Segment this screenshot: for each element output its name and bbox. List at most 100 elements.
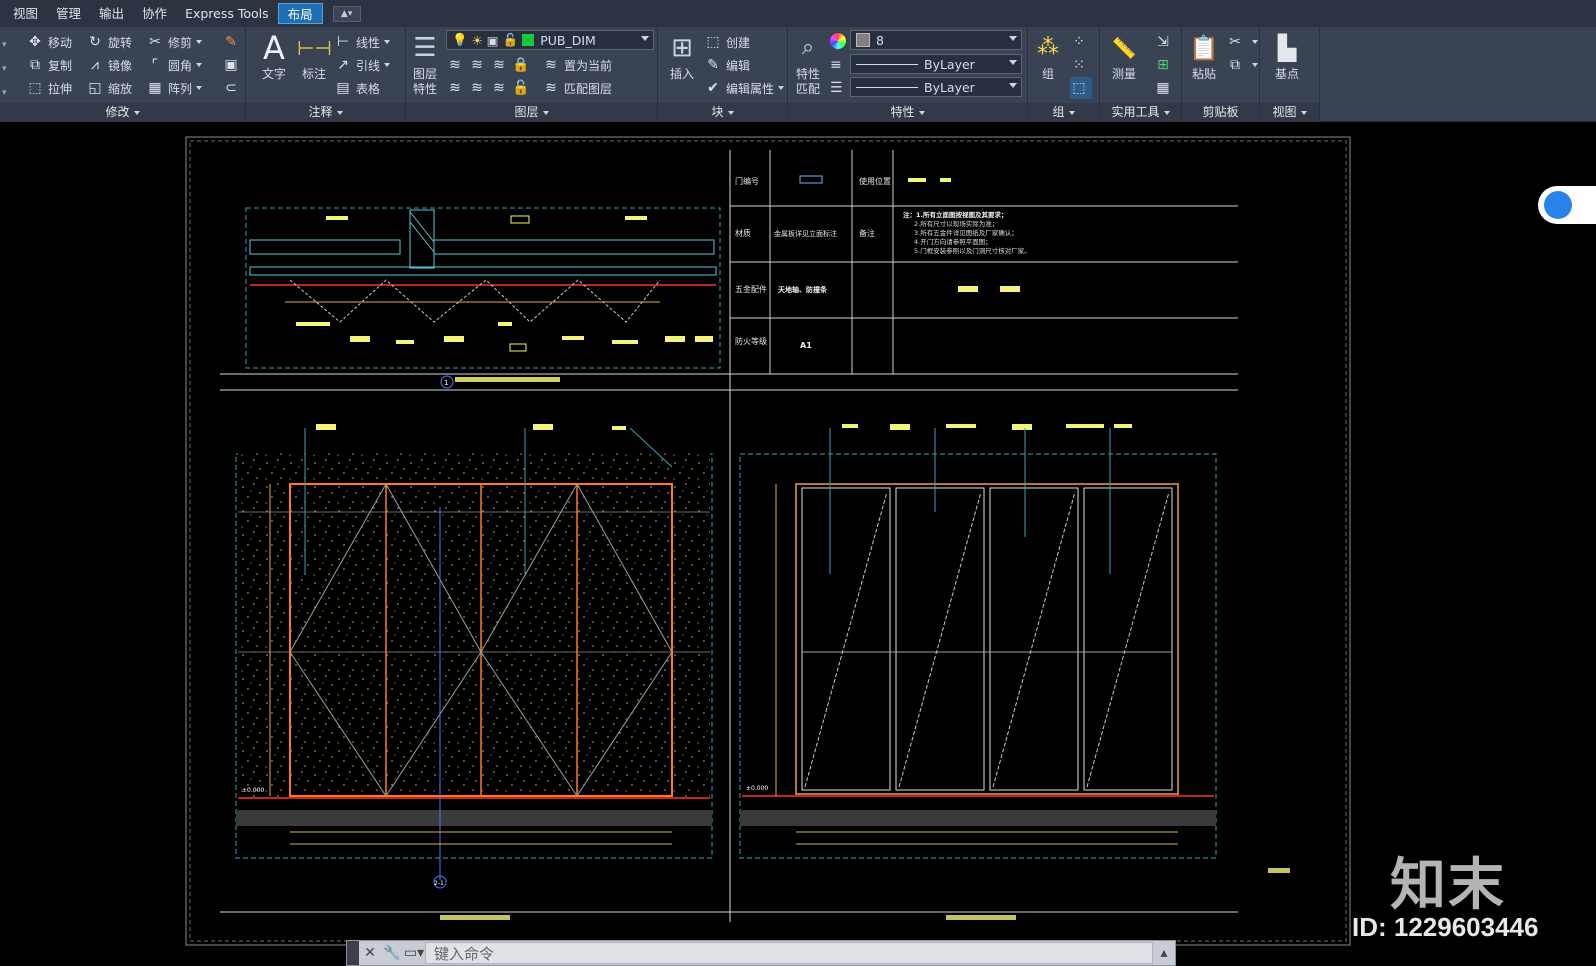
panel-groups: ⁂ 组 ⁘ ⁙ ⬚ 组 <box>1028 27 1100 122</box>
leader-label: 引线 <box>356 58 381 73</box>
edit-block-button[interactable]: ✎ 编辑 <box>704 54 750 76</box>
menu-collaborate[interactable]: 协作 <box>133 3 176 24</box>
color-wheel-icon[interactable] <box>830 33 846 49</box>
rotate-button[interactable]: ↻ 旋转 <box>86 31 132 53</box>
cut-button[interactable]: ✂ <box>1226 31 1258 53</box>
move-button[interactable]: ✥ 移动 <box>26 31 72 53</box>
trim-button[interactable]: ✂ 修剪 <box>146 31 203 53</box>
layer-properties-button[interactable]: ☰ 图层 特性 <box>406 31 444 97</box>
copy-clip-icon: ⧉ <box>1230 57 1240 73</box>
color-dropdown[interactable]: 8 <box>850 30 1022 50</box>
table-button[interactable]: ▤ 表格 <box>334 77 380 99</box>
linear-dim-icon: ⊢ <box>336 34 350 50</box>
dimension-button[interactable]: ⊢⊣ 标注 <box>294 31 334 82</box>
menu-output[interactable]: 输出 <box>90 3 133 24</box>
select-all-button[interactable]: ⇲ <box>1154 31 1176 53</box>
command-input[interactable]: 键入命令 <box>425 942 1153 964</box>
copy-button[interactable]: ⧉ 复制 <box>26 54 72 76</box>
left-elevation-title-bar <box>440 915 510 920</box>
linetype-dropdown[interactable]: ByLayer <box>850 54 1022 74</box>
measure-button[interactable]: 📏 测量 <box>1102 31 1146 82</box>
match-properties-button[interactable]: ⌕ 特性 匹配 <box>790 31 826 97</box>
stretch-icon: ⬚ <box>28 80 42 96</box>
lineweight-dropdown[interactable]: ByLayer <box>850 77 1022 97</box>
wrench-icon[interactable]: 🔧 <box>381 945 403 961</box>
ungroup-button[interactable]: ⁘ <box>1070 31 1092 53</box>
menu-manage[interactable]: 管理 <box>47 3 90 24</box>
calculator-button[interactable]: ▦ <box>1154 77 1176 99</box>
menu-layout[interactable]: 布局 <box>277 3 323 24</box>
paste-clipboard-icon: 📋 <box>1189 34 1219 62</box>
erase-button[interactable]: ✎ <box>222 31 244 53</box>
scale-button[interactable]: ◱ 缩放 <box>86 77 132 99</box>
panel-annotation-title[interactable]: 注释 <box>246 103 405 122</box>
layers-stack-icon: ☰ <box>413 33 437 63</box>
fillet-button[interactable]: ⌜ 圆角 <box>146 54 203 76</box>
array-label: 阵列 <box>168 81 193 96</box>
linear-label: 线性 <box>356 35 381 50</box>
create-block-button[interactable]: ⬚ 创建 <box>704 31 750 53</box>
group-edit-button[interactable]: ⁙ <box>1070 54 1092 76</box>
door-plan-section <box>245 207 721 369</box>
layer-dropdown[interactable]: 💡 ☀ ▣ 🔓 PUB_DIM <box>446 30 654 50</box>
panel-utilities-title[interactable]: 实用工具 <box>1100 103 1181 122</box>
edit-attributes-button[interactable]: ✔ 编辑属性 <box>704 77 785 99</box>
command-line: ✕ 🔧 ▭▾ 键入命令 ▴ <box>346 940 1176 966</box>
command-history-icon[interactable]: ▭▾ <box>403 945 425 961</box>
bulb-icon: 💡 <box>452 32 468 47</box>
table-hardware-value: 天地轴、防撞条 <box>778 285 828 294</box>
panel-properties-title[interactable]: 特性 <box>788 103 1027 122</box>
layer-tools-row2[interactable]: ≋ ≋ ≋ 🔓 <box>446 77 534 99</box>
panel-layers-title[interactable]: 图层 <box>406 103 657 122</box>
match-layer-button[interactable]: ≋ 匹配图层 <box>542 77 612 99</box>
group-select-icon: ⬚ <box>1072 80 1086 96</box>
panel-view-title[interactable]: 视图 <box>1260 103 1319 122</box>
copy-icon: ⧉ <box>30 57 40 73</box>
calculator-icon: ▦ <box>1156 80 1170 96</box>
leader-button[interactable]: ↗ 引线 <box>334 54 391 76</box>
door-number-tag <box>799 175 823 184</box>
menu-express-tools[interactable]: Express Tools <box>176 3 278 24</box>
paste-button[interactable]: 📋 粘贴 <box>1184 31 1224 82</box>
close-icon[interactable]: ✕ <box>359 945 381 961</box>
stretch-button[interactable]: ⬚ 拉伸 <box>26 77 72 99</box>
panel-modify-title[interactable]: 修改 <box>0 103 245 122</box>
note-line-3: 3.所有五金件详见图纸及厂家确认； <box>914 228 1018 237</box>
move-icon: ✥ <box>29 34 41 50</box>
layer-unlock-icon: 🔓 <box>512 80 530 96</box>
layer-tools-row1[interactable]: ≋ ≋ ≋ 🔒 <box>446 54 534 76</box>
command-line-grip[interactable] <box>347 941 359 965</box>
note-line-1: 注：1.所有立面图按视图及其要求； <box>903 210 1008 219</box>
group-button[interactable]: ⁂ 组 <box>1030 31 1066 82</box>
note-line-5: 5.门框安装参照以及门洞尺寸核对厂家。 <box>914 246 1031 255</box>
linear-button[interactable]: ⊢ 线性 <box>334 31 391 53</box>
insert-button[interactable]: ⊞ 插入 <box>662 31 702 82</box>
menu-view[interactable]: 视图 <box>4 3 47 24</box>
dimension-icon: ⊢⊣ <box>297 36 332 60</box>
panel-left-arrows[interactable]: ▾ ▾ ▾ <box>2 33 7 105</box>
panel-groups-title[interactable]: 组 <box>1028 103 1099 122</box>
mirror-button[interactable]: ⩘ 镜像 <box>86 54 132 76</box>
command-expand-icon[interactable]: ▴ <box>1153 945 1175 961</box>
group-select-button[interactable]: ⬚ <box>1070 77 1092 99</box>
quick-select-button[interactable]: ⊞ <box>1154 54 1176 76</box>
set-current-button[interactable]: ≋ 置为当前 <box>542 54 612 76</box>
copy-clip-button[interactable]: ⧉ <box>1226 54 1258 76</box>
panel-block-title[interactable]: 块 <box>658 103 787 122</box>
base-point-button[interactable]: ▙ 基点 <box>1266 31 1308 82</box>
explode-button[interactable]: ▣ <box>222 54 244 76</box>
linetype-value: ByLayer <box>924 56 975 72</box>
ribbon-minimize-button[interactable]: ▲▾ <box>332 5 361 22</box>
group-edit-icon: ⁙ <box>1073 57 1085 73</box>
text-button[interactable]: A 文字 <box>254 31 294 82</box>
drawing-canvas[interactable]: 门编号 使用位置 材质 金属板详见立面标注 备注 注：1.所有立面图按视图及其要… <box>0 122 1596 966</box>
array-button[interactable]: ▦ 阵列 <box>146 77 203 99</box>
table-material-value: 金属板详见立面标注 <box>774 229 837 238</box>
left-door-elevation <box>235 424 713 889</box>
right-ground-level: ±0.000 <box>746 785 768 792</box>
copy-label: 复制 <box>48 58 73 73</box>
offset-button[interactable]: ⊂ <box>222 77 244 99</box>
watermark-logo: 知末 <box>1390 853 1506 918</box>
baidu-cloud-button[interactable] <box>1538 186 1596 224</box>
panel-clipboard-title[interactable]: 剪贴板 <box>1182 103 1259 122</box>
